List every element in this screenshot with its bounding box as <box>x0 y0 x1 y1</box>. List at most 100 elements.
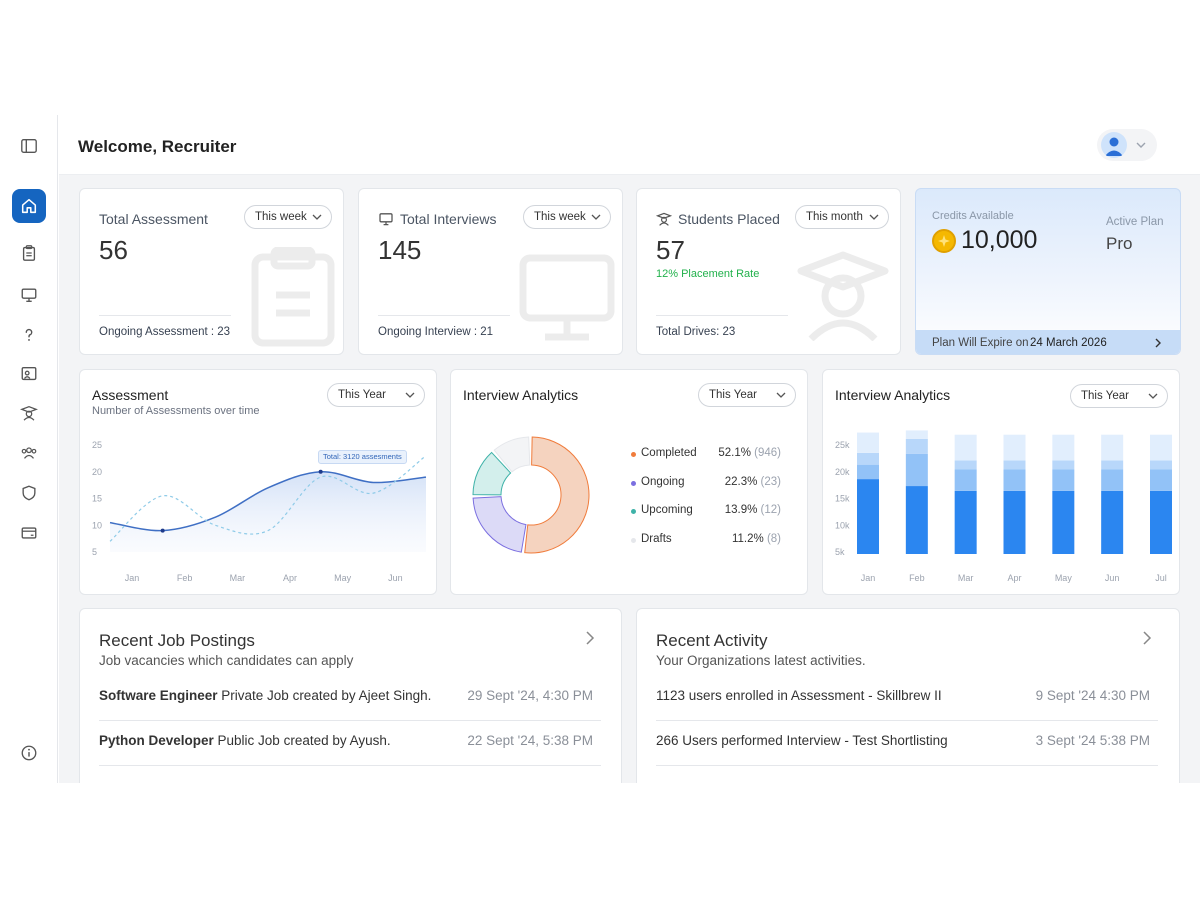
legend-item: Ongoing 22.3% (23) <box>631 476 781 492</box>
y-tick-label: 25k <box>835 440 850 450</box>
chart-subtitle: Number of Assessments over time <box>92 405 260 417</box>
job-desc: Public Job created by Ayush. <box>213 733 391 748</box>
job-desc: Private Job created by Ajeet Singh. <box>217 688 432 703</box>
stat-footer: Ongoing Interview : 21 <box>378 326 494 338</box>
chart-filter-dropdown[interactable]: This Year <box>327 383 425 407</box>
stat-filter-dropdown[interactable]: This month <box>795 205 889 229</box>
chevron-right-icon[interactable] <box>583 631 597 645</box>
stat-card-assessment: Total Assessment This week 56 Ongoing As… <box>79 188 344 355</box>
legend-label: Ongoing <box>641 475 685 488</box>
bar-segment <box>1003 460 1026 470</box>
y-tick-label: 5k <box>835 547 845 557</box>
x-tick-label: Apr <box>283 573 297 583</box>
bar-segment <box>1003 434 1026 461</box>
bar-segment <box>1052 469 1075 491</box>
bar-segment <box>1101 490 1124 554</box>
x-tick-label: Feb <box>177 573 193 583</box>
stat-title-text: Total Assessment <box>99 211 208 227</box>
x-tick-label: Jan <box>861 573 876 583</box>
list-item-time: 3 Sept '24 5:38 PM <box>1035 733 1150 748</box>
sidebar-item-questions[interactable] <box>12 318 46 352</box>
graduate-icon <box>656 212 672 226</box>
list-item[interactable]: Python Developer Public Job created by A… <box>99 721 601 766</box>
legend-value: 11.2% (8) <box>731 532 781 545</box>
users-icon <box>21 447 37 459</box>
bar-segment <box>954 490 977 554</box>
coin-icon <box>932 229 956 253</box>
dropdown-value: This month <box>806 211 863 223</box>
chevron-right-icon[interactable] <box>1140 631 1154 645</box>
bar-segment <box>1003 469 1026 491</box>
stat-filter-dropdown[interactable]: This week <box>244 205 332 229</box>
list-item[interactable]: 266 Users performed Interview - Test Sho… <box>656 721 1158 766</box>
legend-value: 52.1% (946) <box>718 447 781 459</box>
stat-card-students-placed: Students Placed This month 57 12% Placem… <box>636 188 901 355</box>
sidebar <box>0 115 58 783</box>
section-title: Recent Job Postings <box>99 631 255 650</box>
list-item[interactable]: 1123 users enrolled in Assessment - Skil… <box>656 676 1158 721</box>
legend-dot <box>631 509 636 514</box>
bar-segment <box>905 453 928 487</box>
sidebar-item-interviews[interactable] <box>12 278 46 312</box>
y-tick-label: 25 <box>92 440 102 450</box>
legend-item: Drafts 11.2% (8) <box>631 533 781 549</box>
job-role: Software Engineer <box>99 688 218 703</box>
stat-value: 56 <box>99 235 128 265</box>
sidebar-item-classroom[interactable] <box>12 357 46 391</box>
graduate-icon <box>797 251 889 341</box>
dropdown-value: This Year <box>338 389 386 401</box>
legend-item: Upcoming 13.9% (12) <box>631 504 781 520</box>
legend-count: (946) <box>754 447 781 459</box>
list-item-time: 9 Sept '24 4:30 PM <box>1035 688 1150 703</box>
legend-label: Drafts <box>641 532 672 545</box>
stat-title: Students Placed <box>656 211 780 227</box>
stat-title: Total Interviews <box>378 211 496 227</box>
bar-segment <box>1150 490 1172 554</box>
question-icon <box>25 328 33 341</box>
recent-activity-card: Recent Activity Your Organizations lates… <box>636 608 1180 783</box>
sidebar-toggle-icon[interactable] <box>12 129 46 163</box>
x-tick-label: Mar <box>230 573 246 583</box>
chart-title: Assessment <box>92 387 169 403</box>
chart-filter-dropdown[interactable]: This Year <box>698 383 796 407</box>
bar-segment <box>1101 469 1124 491</box>
section-title: Recent Activity <box>656 631 768 650</box>
dropdown-value: This Year <box>1081 390 1129 402</box>
sidebar-item-assessments[interactable] <box>12 236 46 270</box>
chart-filter-dropdown[interactable]: This Year <box>1070 384 1168 408</box>
app-frame: Welcome, Recruiter Total Assessment This… <box>0 115 1200 783</box>
monitor-icon <box>379 213 393 226</box>
bar-segment <box>857 432 879 453</box>
bar-segment <box>1003 490 1026 554</box>
bar-segment <box>857 479 879 554</box>
sidebar-item-security[interactable] <box>12 476 46 510</box>
legend-dot <box>631 480 636 486</box>
interview-donut-chart <box>472 436 590 554</box>
monitor-icon <box>519 254 615 341</box>
list-item[interactable]: Software Engineer Private Job created by… <box>99 676 601 721</box>
y-tick-label: 15 <box>92 494 102 504</box>
sidebar-item-students[interactable] <box>12 396 46 430</box>
bar-segment <box>1052 460 1075 470</box>
chevron-down-icon <box>1148 393 1158 399</box>
sidebar-item-home[interactable] <box>12 189 46 223</box>
stat-filter-dropdown[interactable]: This week <box>523 205 611 229</box>
sidebar-item-users[interactable] <box>12 436 46 470</box>
list-item-text: 1123 users enrolled in Assessment - Skil… <box>656 688 942 703</box>
x-tick-label: Apr <box>1007 573 1021 583</box>
legend-dot <box>631 452 636 457</box>
legend-value: 22.3% (23) <box>724 475 781 488</box>
chevron-down-icon <box>776 392 786 398</box>
graduate-icon <box>20 406 38 421</box>
y-tick-label: 10 <box>92 520 102 530</box>
profile-menu[interactable] <box>1097 129 1157 161</box>
info-icon[interactable] <box>12 736 46 770</box>
x-tick-label: Jun <box>1105 573 1120 583</box>
y-tick-label: 5 <box>92 547 97 557</box>
sidebar-item-billing[interactable] <box>12 516 46 550</box>
line-point <box>160 528 165 533</box>
credits-label: Credits Available <box>932 210 1014 222</box>
divider <box>378 315 510 316</box>
x-tick-label: May <box>334 573 352 583</box>
plan-expiry-bar[interactable]: Plan Will Expire on 24 March 2026 <box>916 330 1180 354</box>
